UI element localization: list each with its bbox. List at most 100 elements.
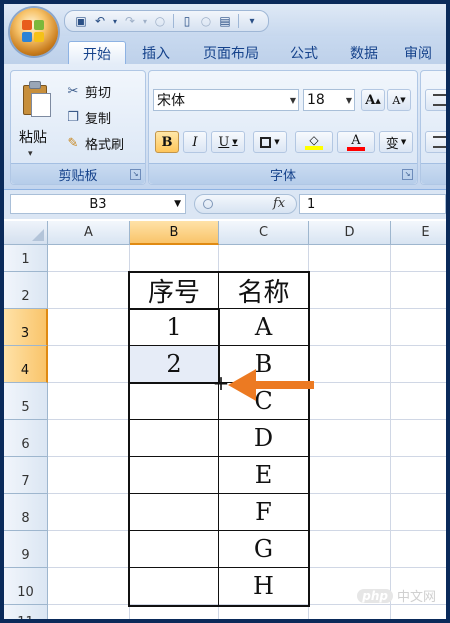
customize-toolbar-icon[interactable]: ▾ — [244, 13, 260, 29]
column-header-c[interactable]: C — [219, 221, 309, 245]
redo-dropdown-icon[interactable]: ▾ — [141, 13, 149, 29]
undo-icon[interactable]: ↶ — [92, 13, 108, 29]
tab-home[interactable]: 开始 — [68, 41, 126, 65]
underline-button[interactable]: U ▼ — [211, 131, 245, 153]
row-header-5[interactable]: 5 — [4, 383, 48, 420]
select-all-button[interactable] — [4, 221, 48, 245]
format-painter-label: 格式刷 — [85, 137, 125, 153]
table-cell-c[interactable]: G — [219, 531, 308, 567]
new-document-icon[interactable]: ▯ — [179, 13, 195, 29]
tab-page-layout[interactable]: 页面布局 — [190, 41, 272, 64]
name-box[interactable]: B3 ▼ — [10, 194, 186, 214]
formula-bar: B3 ▼ fx 1 — [4, 190, 446, 219]
row-header-7[interactable]: 7 — [4, 457, 48, 494]
circle-icon — [203, 199, 213, 209]
italic-label: I — [192, 134, 198, 150]
borders-button[interactable]: ▼ — [253, 131, 287, 153]
phonetic-button[interactable]: 变 ▼ — [379, 131, 413, 153]
tab-review[interactable]: 审阅 — [396, 41, 440, 64]
font-color-button[interactable]: A — [337, 131, 375, 153]
align-top-button[interactable] — [425, 89, 446, 111]
row-header-9[interactable]: 9 — [4, 531, 48, 568]
format-painter-button[interactable]: ✎ 格式刷 — [65, 133, 124, 153]
font-name-select[interactable]: 宋体 ▼ — [153, 89, 299, 111]
table-cell-c[interactable]: D — [219, 420, 308, 456]
table-cell-b[interactable]: 2 — [130, 346, 218, 382]
name-box-value: B3 — [89, 196, 107, 212]
redo-icon[interactable]: ↷ — [122, 13, 138, 29]
table-cell-c[interactable]: E — [219, 457, 308, 493]
function-area: fx — [194, 194, 297, 214]
insert-function-button[interactable]: fx — [273, 196, 285, 211]
table-header-cell[interactable]: 名称 — [219, 272, 308, 308]
row-header-3[interactable]: 3 — [4, 309, 48, 346]
font-name-value: 宋体 — [157, 93, 185, 109]
row-header-4[interactable]: 4 — [4, 346, 48, 383]
print-icon[interactable]: ○ — [198, 13, 214, 29]
watermark-logo: php — [357, 588, 393, 603]
grow-font-button[interactable]: A ▲ — [361, 89, 385, 111]
watermark-text: 中文网 — [396, 590, 436, 605]
quick-access-bar: ▣ ↶ ▾ ↷ ▾ ○ ▯ ○ ▤ ▾ — [64, 10, 269, 32]
formula-value: 1 — [307, 196, 316, 212]
refresh-icon[interactable]: ○ — [152, 13, 168, 29]
formula-input[interactable]: 1 — [299, 194, 446, 214]
table-cell-c[interactable]: A — [219, 309, 308, 345]
table-header-cell[interactable]: 序号 — [130, 272, 218, 308]
arrow-left-icon — [228, 369, 314, 401]
excel-window: ▣ ↶ ▾ ↷ ▾ ○ ▯ ○ ▤ ▾ 开始 插入 页面布局 公式 数据 审阅 — [4, 4, 446, 619]
font-size-value: 18 — [307, 92, 325, 108]
tab-insert[interactable]: 插入 — [128, 41, 184, 64]
column-header-a[interactable]: A — [48, 221, 130, 245]
row-header-8[interactable]: 8 — [4, 494, 48, 531]
watermark: php 中文网 — [357, 586, 436, 605]
clipboard-group: 粘贴 ▾ ✂ 剪切 ❐ 复制 ✎ 格式刷 剪贴板 ↘ — [10, 70, 146, 185]
quick-access-toolbar: ▣ ↶ ▾ ↷ ▾ ○ ▯ ○ ▤ ▾ — [4, 4, 446, 36]
form-icon[interactable]: ▤ — [217, 13, 233, 29]
tab-data[interactable]: 数据 — [336, 41, 392, 64]
chevron-down-icon: ▼ — [232, 138, 238, 146]
column-header-d[interactable]: D — [309, 221, 391, 245]
undo-dropdown-icon[interactable]: ▾ — [111, 13, 119, 29]
paste-icon — [21, 81, 51, 117]
paste-button[interactable]: 粘贴 ▾ — [11, 71, 59, 163]
cut-button[interactable]: ✂ 剪切 — [65, 81, 111, 101]
table-cell-c[interactable]: F — [219, 494, 308, 530]
chevron-down-icon[interactable]: ▼ — [174, 199, 181, 209]
copy-button[interactable]: ❐ 复制 — [65, 107, 111, 127]
ribbon-tabs: 开始 插入 页面布局 公式 数据 审阅 — [4, 36, 446, 65]
row-header-11[interactable]: 11 — [4, 605, 48, 619]
shrink-font-button[interactable]: A ▼ — [387, 89, 411, 111]
row-header-10[interactable]: 10 — [4, 568, 48, 605]
paste-label: 粘贴 — [19, 130, 47, 146]
chevron-down-icon: ▼ — [400, 138, 407, 146]
font-launcher-icon[interactable]: ↘ — [402, 169, 413, 180]
column-header-e[interactable]: E — [391, 221, 446, 245]
row-header-2[interactable]: 2 — [4, 272, 48, 309]
chevron-down-icon: ▼ — [274, 138, 280, 146]
table-cell-c[interactable]: H — [219, 568, 308, 604]
office-button[interactable] — [10, 8, 58, 56]
grow-font-icon: A — [365, 92, 376, 108]
italic-button[interactable]: I — [183, 131, 207, 153]
paste-dropdown-icon: ▾ — [28, 149, 33, 159]
align-left-button[interactable] — [425, 131, 446, 153]
copy-icon: ❐ — [67, 109, 79, 125]
paint-bucket-icon: ◇ — [309, 133, 319, 147]
font-size-select[interactable]: 18 ▼ — [303, 89, 355, 111]
table-cell-b[interactable]: 1 — [130, 309, 218, 345]
office-logo-icon — [22, 20, 46, 44]
alignment-group — [420, 70, 446, 185]
column-header-b[interactable]: B — [130, 221, 219, 245]
toolbar-separator — [173, 14, 174, 28]
row-header-6[interactable]: 6 — [4, 420, 48, 457]
row-header-1[interactable]: 1 — [4, 245, 48, 272]
save-icon[interactable]: ▣ — [73, 13, 89, 29]
clipboard-launcher-icon[interactable]: ↘ — [130, 169, 141, 180]
phonetic-icon: 变 — [385, 136, 399, 152]
fill-color-button[interactable]: ◇ — [295, 131, 333, 153]
worksheet-grid[interactable]: A B C D E 1 2 3 4 5 6 7 8 9 10 11 — [4, 221, 446, 619]
tab-formulas[interactable]: 公式 — [276, 41, 332, 64]
bold-button[interactable]: B — [155, 131, 179, 153]
font-color-icon: A — [351, 132, 361, 148]
